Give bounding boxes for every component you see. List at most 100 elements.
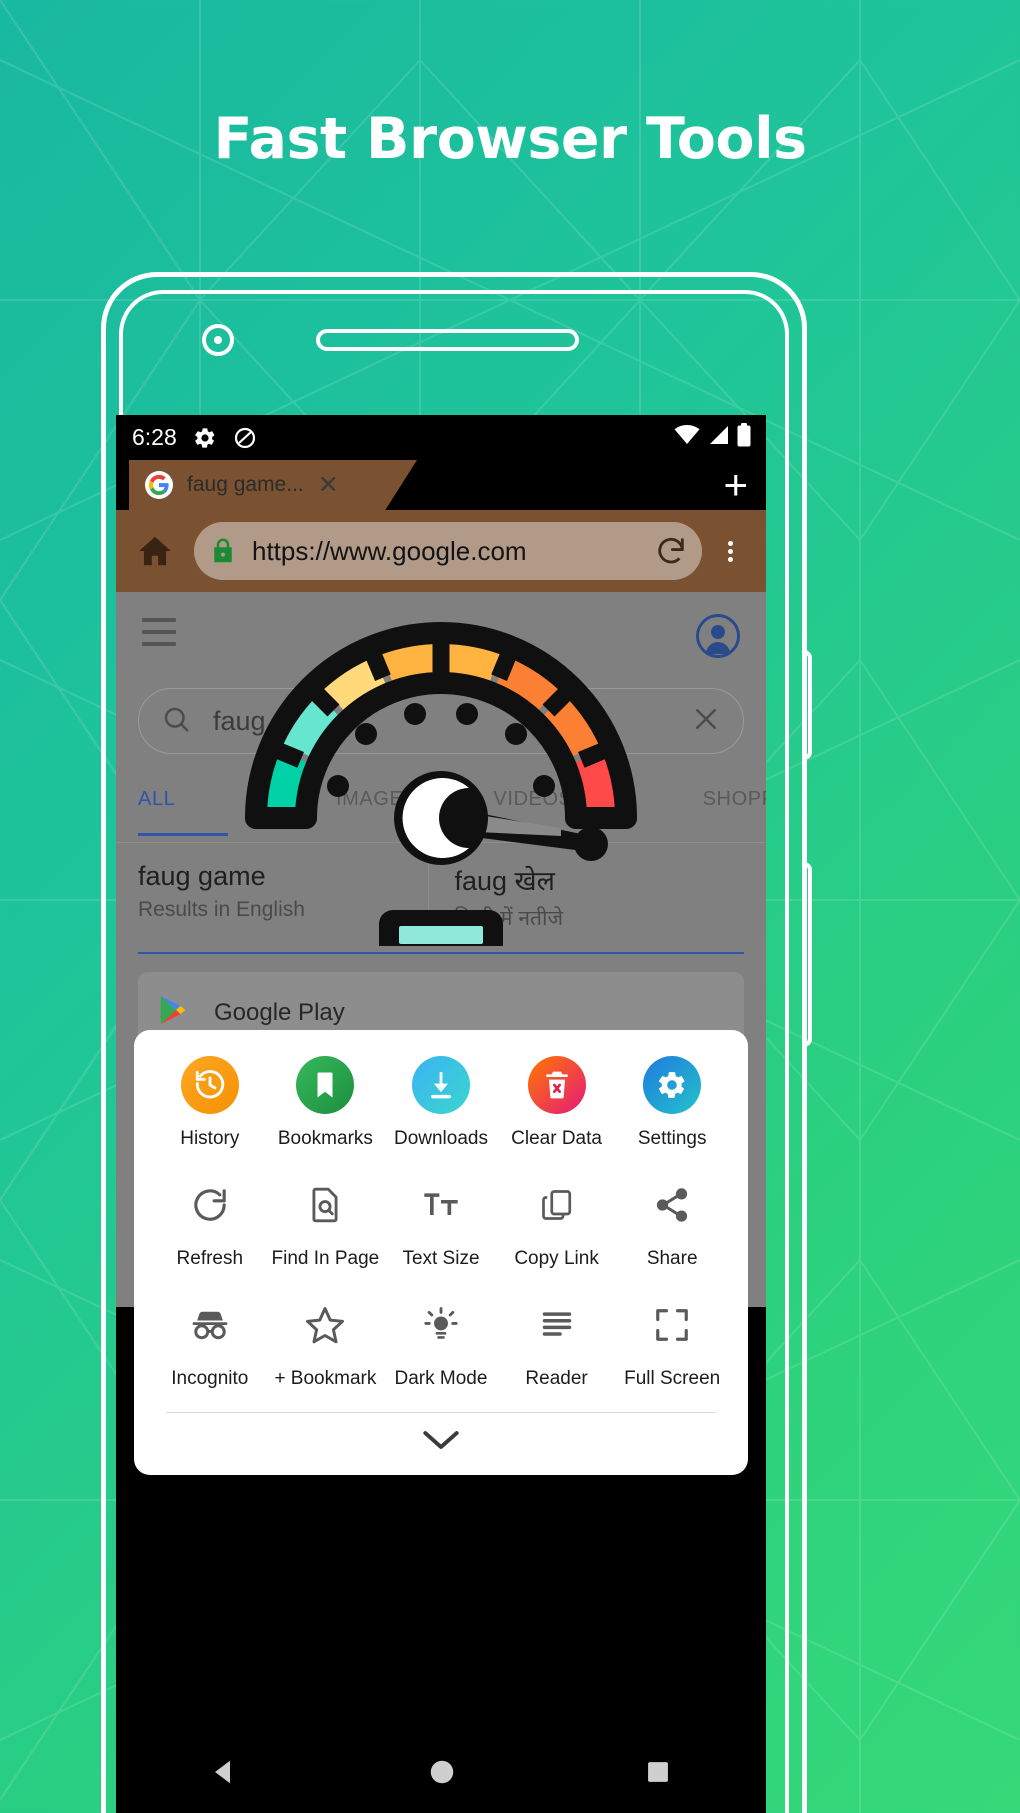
result-subtitle: हिन्दी में नतीजे xyxy=(454,907,564,930)
clear-icon[interactable] xyxy=(691,704,721,739)
accent-rule xyxy=(138,952,744,954)
menu-item-history[interactable]: History xyxy=(152,1056,268,1150)
menu-item-clear-data[interactable]: Clear Data xyxy=(499,1056,615,1150)
signal-icon xyxy=(706,425,730,450)
menu-item-label: Text Size xyxy=(402,1248,480,1269)
account-avatar-icon[interactable] xyxy=(696,614,740,658)
menu-item-incognito[interactable]: Incognito xyxy=(152,1296,268,1390)
result-title: faug खेल xyxy=(454,866,555,896)
close-icon[interactable]: ✕ xyxy=(318,472,339,498)
browser-tab-strip: faug game... ✕ + xyxy=(116,460,766,510)
url-bar-row: https://www.google.com xyxy=(116,510,766,592)
menu-item-label: Dark Mode xyxy=(394,1368,488,1389)
menu-item-copy-link[interactable]: Copy Link xyxy=(499,1176,615,1270)
google-search-query: faug xyxy=(213,705,266,736)
menu-row-primary: History Bookmarks Downloads Clear Data S… xyxy=(152,1056,730,1150)
lock-icon xyxy=(208,536,238,566)
do-not-disturb-icon xyxy=(233,426,257,450)
status-time: 6:28 xyxy=(132,424,177,450)
full-screen-icon xyxy=(643,1296,701,1354)
menu-item-label: Downloads xyxy=(393,1128,488,1149)
incognito-icon xyxy=(181,1296,239,1354)
home-icon[interactable] xyxy=(136,532,182,570)
star-outline-icon xyxy=(296,1296,354,1354)
search-icon xyxy=(161,704,191,739)
dark-mode-icon xyxy=(412,1296,470,1354)
menu-item-text-size[interactable]: Text Size xyxy=(383,1176,499,1270)
copy-link-icon xyxy=(528,1176,586,1234)
browser-tab[interactable]: faug game... ✕ xyxy=(129,460,417,510)
menu-item-bookmarks[interactable]: Bookmarks xyxy=(268,1056,384,1150)
find-in-page-icon xyxy=(296,1176,354,1234)
collapse-menu-button[interactable] xyxy=(152,1413,730,1458)
google-icon xyxy=(145,471,173,499)
menu-item-label: Refresh xyxy=(176,1248,244,1269)
menu-item-label: Share xyxy=(646,1248,698,1269)
status-bar-right-icons xyxy=(674,423,752,452)
menu-item-label: Incognito xyxy=(171,1368,249,1389)
google-result-tabs: ALL IMAGES VIDEOS SHOPPING xyxy=(116,788,766,836)
page-title: Fast Browser Tools xyxy=(213,106,807,172)
google-results-row: faug game Results in English faug खेल हि… xyxy=(116,843,766,932)
chevron-down-icon xyxy=(420,1427,462,1458)
menu-item-find-in-page[interactable]: Find In Page xyxy=(268,1176,384,1270)
reload-icon[interactable] xyxy=(654,534,688,568)
browser-tools-menu: History Bookmarks Downloads Clear Data S… xyxy=(134,1030,748,1475)
home-circle-icon[interactable] xyxy=(427,1757,457,1792)
result-hindi[interactable]: faug खेल हिन्दी में नतीजे xyxy=(427,861,745,932)
browser-tab-title: faug game... xyxy=(187,473,304,496)
gear-icon xyxy=(193,426,217,450)
gear-icon xyxy=(643,1056,702,1114)
tab-all[interactable]: ALL xyxy=(138,788,228,811)
menu-item-label: Settings xyxy=(637,1128,707,1149)
url-text: https://www.google.com xyxy=(252,535,527,566)
result-english[interactable]: faug game Results in English xyxy=(138,861,428,932)
url-input[interactable]: https://www.google.com xyxy=(194,522,702,580)
menu-item-label: Bookmarks xyxy=(277,1128,373,1149)
menu-item-full-screen[interactable]: Full Screen xyxy=(614,1296,730,1390)
android-nav-bar xyxy=(116,1736,766,1813)
active-tab-underline xyxy=(138,833,228,836)
menu-item-reader[interactable]: Reader xyxy=(499,1296,615,1390)
tab-images[interactable]: IMAGES xyxy=(336,788,417,836)
back-triangle-icon[interactable] xyxy=(210,1757,240,1792)
menu-item-downloads[interactable]: Downloads xyxy=(383,1056,499,1150)
menu-item-label: Clear Data xyxy=(511,1128,602,1149)
download-icon xyxy=(411,1056,470,1114)
menu-item-dark-mode[interactable]: Dark Mode xyxy=(383,1296,499,1390)
tab-shopping[interactable]: SHOPPING xyxy=(703,788,766,836)
overflow-menu-icon[interactable] xyxy=(708,538,752,565)
recents-square-icon[interactable] xyxy=(644,1758,672,1791)
menu-item-refresh[interactable]: Refresh xyxy=(152,1176,268,1270)
phone-volume-button xyxy=(802,650,812,760)
phone-camera-icon xyxy=(202,324,234,356)
menu-item-label: Copy Link xyxy=(514,1248,599,1269)
new-tab-button[interactable]: + xyxy=(723,464,748,506)
menu-item-label: Full Screen xyxy=(624,1368,721,1389)
menu-item-label: + Bookmark xyxy=(274,1368,377,1389)
reader-icon xyxy=(528,1296,586,1354)
google-page-header xyxy=(116,592,766,658)
menu-icon[interactable] xyxy=(142,618,176,654)
google-play-label: Google Play xyxy=(214,998,345,1026)
result-subtitle: Results in English xyxy=(138,898,305,921)
status-bar: 6:28 xyxy=(116,415,766,460)
menu-item-add-bookmark[interactable]: + Bookmark xyxy=(268,1296,384,1390)
history-icon xyxy=(180,1056,239,1114)
menu-row-tertiary: Incognito + Bookmark Dark Mode Reader Fu… xyxy=(152,1296,730,1390)
refresh-icon xyxy=(181,1176,239,1234)
google-search-input[interactable]: faug xyxy=(138,688,744,754)
phone-power-button xyxy=(802,862,812,1047)
bookmark-icon xyxy=(296,1056,355,1114)
battery-icon xyxy=(736,423,752,452)
menu-row-secondary: Refresh Find In Page Text Size Copy Link… xyxy=(152,1176,730,1270)
menu-item-settings[interactable]: Settings xyxy=(614,1056,730,1150)
menu-item-label: Find In Page xyxy=(271,1248,380,1269)
text-size-icon xyxy=(412,1176,470,1234)
google-play-source-row: Google Play xyxy=(158,994,724,1031)
menu-item-share[interactable]: Share xyxy=(614,1176,730,1270)
tab-videos[interactable]: VIDEOS xyxy=(493,788,572,836)
google-play-icon xyxy=(158,994,188,1031)
menu-item-label: History xyxy=(180,1128,240,1149)
trash-delete-icon xyxy=(527,1056,586,1114)
